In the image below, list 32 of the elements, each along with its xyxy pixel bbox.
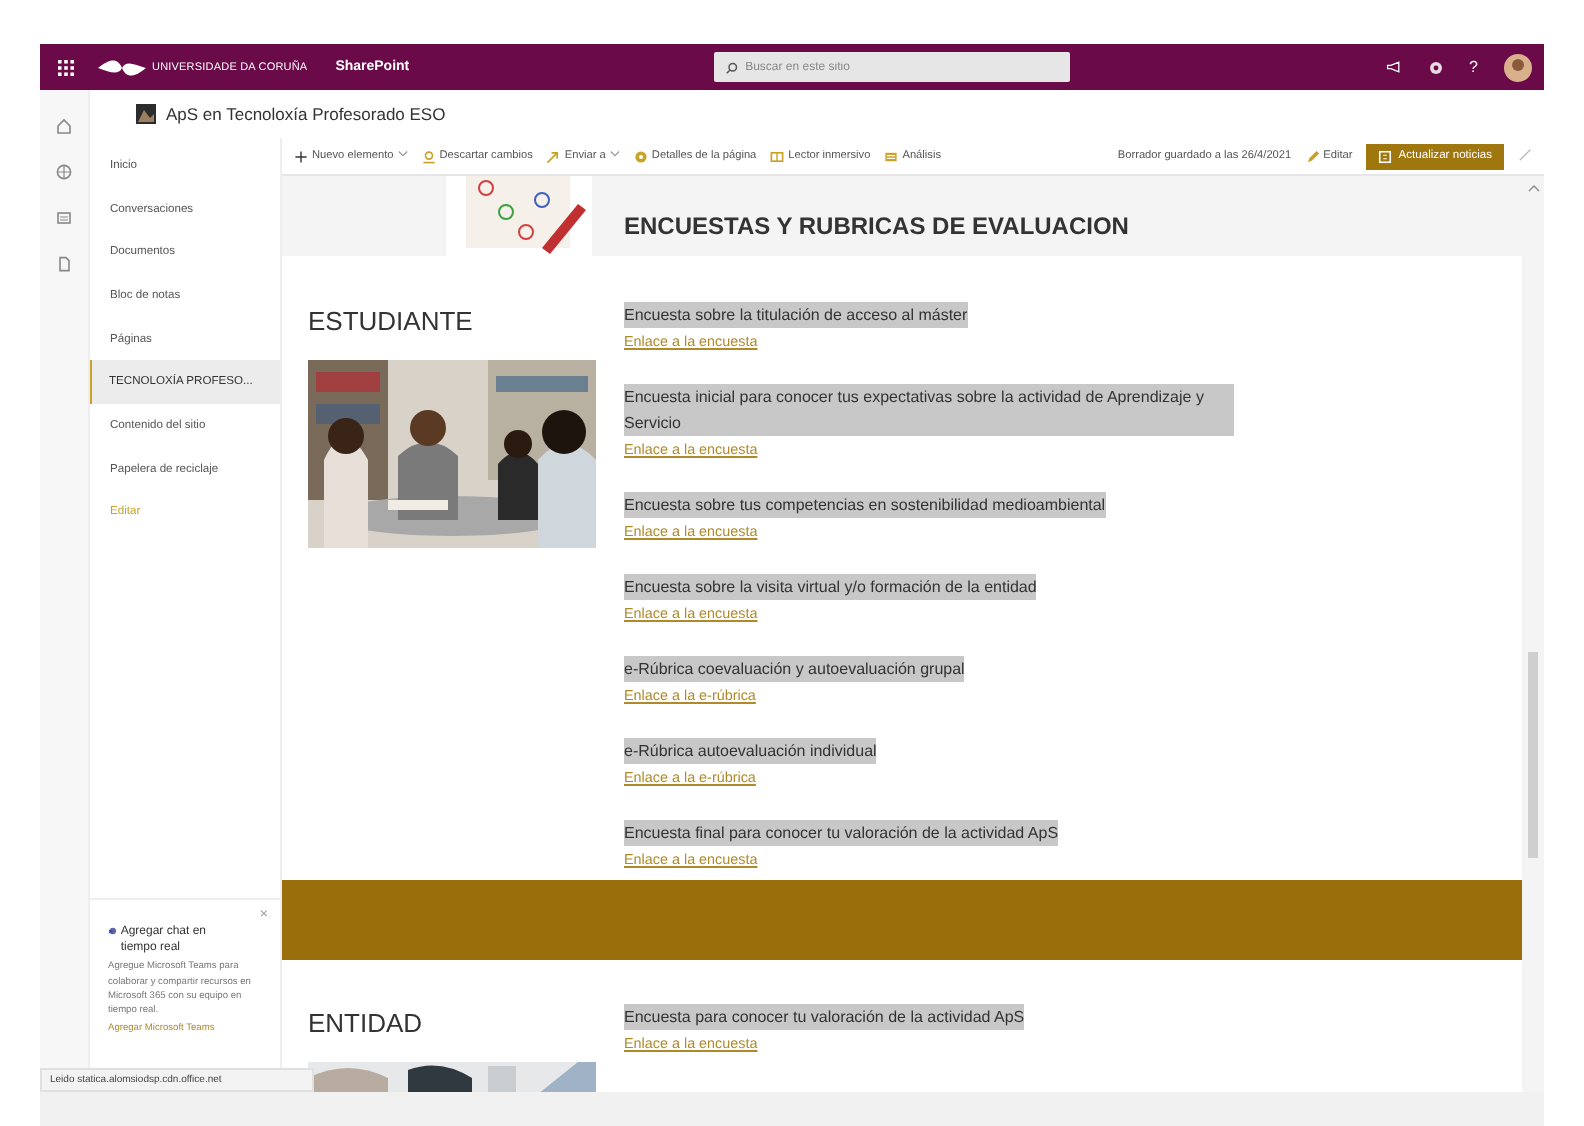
share-icon bbox=[546, 149, 561, 163]
survey-title: e-Rúbrica autoevaluación individual bbox=[624, 738, 877, 764]
app-launcher-icon[interactable] bbox=[57, 59, 73, 75]
document-icon[interactable] bbox=[56, 256, 72, 272]
survey-title: e-Rúbrica coevaluación y autoevaluación grupal bbox=[624, 656, 965, 682]
survey-title: Encuesta sobre la visita virtual y/o formación de la entidad bbox=[624, 574, 1037, 600]
expand-icon bbox=[1518, 147, 1532, 161]
chat-icon bbox=[108, 924, 117, 938]
book-icon bbox=[770, 149, 785, 163]
scroll-up-icon bbox=[1527, 184, 1539, 192]
globe-icon[interactable] bbox=[56, 164, 72, 180]
university-logo-icon bbox=[98, 57, 146, 77]
survey-title: Encuesta inicial para conocer tus expectativas sobre la actividad de Aprendizaje y Servicio bbox=[624, 384, 1234, 436]
news-icon bbox=[1378, 149, 1393, 163]
plus-icon bbox=[294, 149, 308, 163]
survey-title: Encuesta sobre tus competencias en sostenibilidad medioambiental bbox=[624, 492, 1106, 518]
section-heading: ESTUDIANTE bbox=[308, 306, 475, 336]
settings-icon[interactable] bbox=[1427, 59, 1444, 75]
news-icon[interactable] bbox=[56, 210, 72, 226]
section-heading: ENTIDAD bbox=[308, 1008, 425, 1038]
pencil-icon bbox=[1305, 149, 1320, 163]
help-button[interactable]: ? bbox=[1469, 58, 1478, 76]
site-logo-icon[interactable] bbox=[136, 104, 156, 124]
survey-title: Encuesta sobre la titulación de acceso al máster bbox=[624, 302, 968, 328]
person-icon bbox=[421, 149, 436, 163]
survey-title: Encuesta final para conocer tu valoración de la actividad ApS bbox=[624, 820, 1059, 846]
avatar-icon[interactable] bbox=[1504, 53, 1532, 81]
megaphone-icon[interactable] bbox=[1385, 60, 1402, 74]
home-icon[interactable] bbox=[56, 118, 72, 134]
survey-title: Encuesta para conocer tu valoración de la actividad ApS bbox=[624, 1004, 1025, 1030]
site-title[interactable]: ApS en Tecnoloxía Profesorado ESO bbox=[166, 104, 446, 124]
page-heading: ENCUESTAS Y RUBRICAS DE EVALUACION bbox=[624, 212, 1131, 240]
